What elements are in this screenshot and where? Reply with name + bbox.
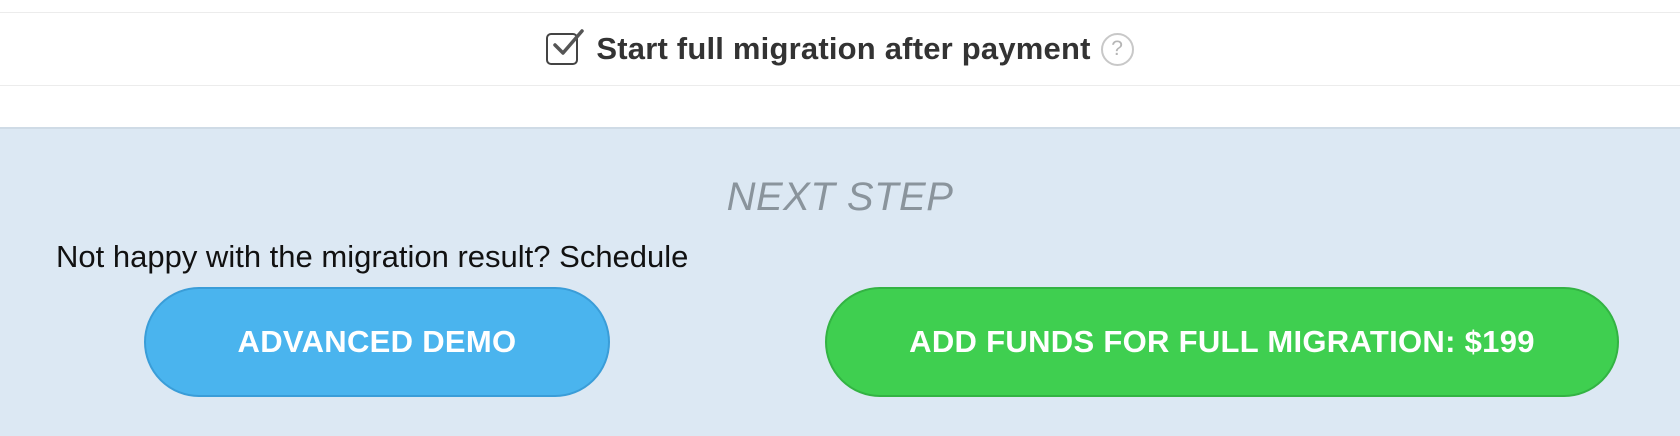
checkmark-icon xyxy=(553,29,585,55)
next-step-panel: NEXT STEP Not happy with the migration r… xyxy=(0,129,1680,436)
next-step-title: NEXT STEP xyxy=(726,175,954,219)
bottom-divider xyxy=(0,85,1680,86)
help-icon[interactable]: ? xyxy=(1100,32,1134,66)
full-migration-option: Start full migration after payment ? xyxy=(0,14,1680,84)
add-funds-button[interactable]: ADD FUNDS FOR FULL MIGRATION: $199 xyxy=(825,287,1619,397)
demo-prompt-text: Not happy with the migration result? Sch… xyxy=(56,239,689,274)
start-migration-label[interactable]: Start full migration after payment xyxy=(596,31,1090,67)
migration-options-panel: Start full migration after payment ? xyxy=(0,0,1680,128)
start-migration-checkbox[interactable] xyxy=(546,29,585,65)
top-divider xyxy=(0,12,1680,13)
advanced-demo-button[interactable]: ADVANCED DEMO xyxy=(144,287,610,397)
